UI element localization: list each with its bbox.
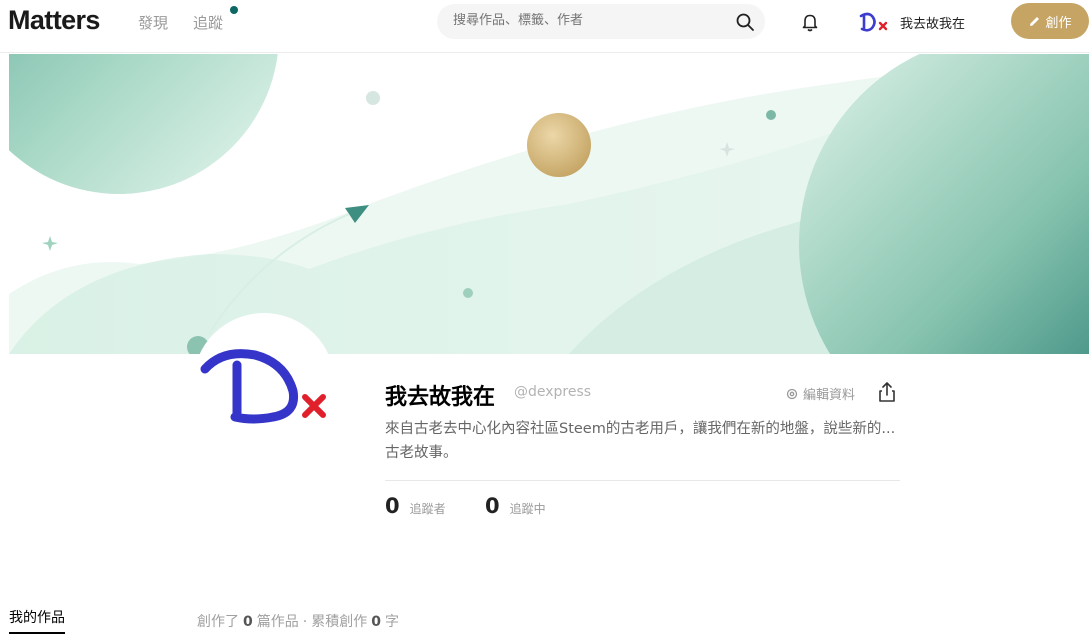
- share-icon[interactable]: [877, 381, 897, 403]
- unread-dot: [230, 6, 238, 14]
- bell-icon[interactable]: [799, 11, 821, 33]
- profile-bio: 來自古老去中心化內容社區Steem的古老用戶，讓我們在新的地盤，說些新的...古…: [385, 421, 896, 461]
- avatar[interactable]: [858, 10, 892, 34]
- nav-discover[interactable]: 發現: [138, 12, 168, 33]
- following-count: 0: [485, 494, 500, 518]
- articles-unit: 篇作品: [256, 614, 299, 630]
- articles-count: 0: [243, 614, 253, 630]
- following-label: 追蹤中: [509, 502, 546, 516]
- profile-cover: [9, 54, 1089, 354]
- edit-profile-button[interactable]: 編輯資料: [785, 384, 855, 403]
- profile-name: 我去故我在: [385, 385, 496, 410]
- summary-separator: ·: [302, 614, 308, 630]
- search-icon[interactable]: [735, 12, 755, 32]
- words-unit: 字: [384, 614, 399, 630]
- create-button[interactable]: 創作: [1011, 3, 1089, 39]
- matters-logo[interactable]: Matters: [8, 5, 100, 36]
- nav-follow[interactable]: 追蹤: [193, 12, 223, 33]
- search-input[interactable]: [453, 13, 713, 28]
- following-stat[interactable]: 0 追蹤中: [485, 494, 546, 518]
- pencil-icon: [1030, 16, 1040, 26]
- profile-handle: @dexpress: [514, 384, 592, 400]
- works-summary: 創作了 0 篇作品 · 累積創作 0 字: [197, 611, 399, 631]
- followers-label: 追蹤者: [409, 502, 446, 516]
- avatar: [200, 349, 326, 424]
- edit-profile-label: 編輯資料: [803, 388, 856, 403]
- gear-icon: [786, 388, 798, 399]
- top-navbar: Matters 發現 追蹤 我去故我在 創作: [0, 0, 1089, 53]
- divider: [385, 480, 900, 481]
- user-name[interactable]: 我去故我在: [900, 13, 965, 32]
- summary-prefix: 創作了: [197, 614, 239, 630]
- words-count: 0: [371, 614, 381, 630]
- create-label: 創作: [1045, 15, 1072, 31]
- words-prefix: 累積創作: [311, 614, 368, 630]
- followers-stat[interactable]: 0 追蹤者: [385, 494, 446, 518]
- tab-my-works[interactable]: 我的作品: [9, 607, 65, 634]
- followers-count: 0: [385, 494, 400, 518]
- profile-avatar[interactable]: [193, 313, 335, 455]
- search-bar[interactable]: [437, 4, 765, 39]
